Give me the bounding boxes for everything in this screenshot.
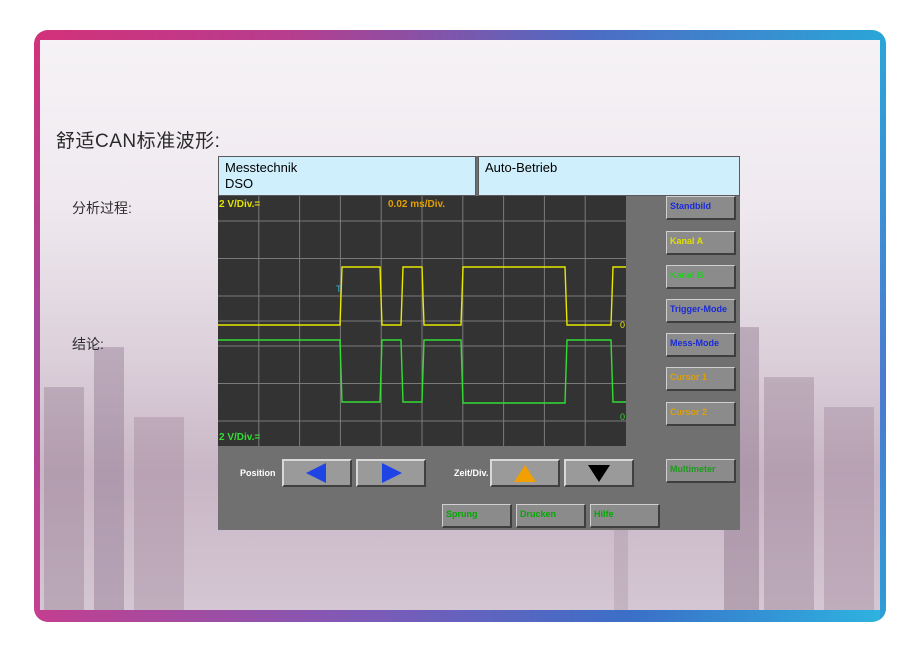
trigger-marker: T <box>336 284 342 294</box>
header-messtechnik: Messtechnik DSO <box>218 156 476 196</box>
position-left-button[interactable] <box>282 459 352 487</box>
right-arrow-icon <box>382 463 402 483</box>
right-decor-stripe <box>880 30 886 622</box>
scope-screen: T 0 0 2 V/Div.= 0.02 ms/Div. 2 V/Div.= <box>218 196 626 446</box>
conclusion-label: 结论: <box>72 336 104 352</box>
channel-b-scale: 2 V/Div.= <box>219 432 261 443</box>
kanal-b-button[interactable]: Kanal B <box>666 265 736 289</box>
cursor-2-button[interactable]: Cursor 2 <box>666 402 736 426</box>
bottom-decor-stripe <box>34 610 886 622</box>
slide-title: 舒适CAN标准波形: <box>56 131 221 152</box>
cursor-1-button[interactable]: Cursor 1 <box>666 367 736 391</box>
zeit-up-button[interactable] <box>490 459 560 487</box>
up-arrow-icon <box>514 465 536 482</box>
scope-grid <box>218 196 626 446</box>
zero-marker-b: 0 <box>620 412 625 422</box>
zeit-down-button[interactable] <box>564 459 634 487</box>
scope-grid-and-traces: T 0 0 <box>218 196 626 446</box>
left-decor-stripe <box>34 30 40 622</box>
sprung-button[interactable]: Sprung <box>442 504 512 528</box>
mess-mode-button[interactable]: Mess-Mode <box>666 333 736 357</box>
down-arrow-icon <box>588 465 610 482</box>
position-right-button[interactable] <box>356 459 426 487</box>
analysis-label: 分析过程: <box>72 200 132 216</box>
oscilloscope-window: Messtechnik DSO Auto-Betrieb T 0 0 2 V/D… <box>218 156 740 530</box>
header-subtitle: DSO <box>225 176 254 191</box>
zeit-div-label: Zeit/Div. <box>454 468 489 478</box>
position-label: Position <box>240 468 276 478</box>
standbild-button[interactable]: Standbild <box>666 196 736 220</box>
header-mode: Auto-Betrieb <box>478 156 740 196</box>
header-title: Messtechnik <box>225 160 298 175</box>
multimeter-button[interactable]: Multimeter <box>666 459 736 483</box>
kanal-a-button[interactable]: Kanal A <box>666 231 736 255</box>
time-scale: 0.02 ms/Div. <box>388 199 446 210</box>
zero-marker-a: 0 <box>620 320 625 330</box>
top-decor-stripe <box>34 30 886 40</box>
drucken-button[interactable]: Drucken <box>516 504 586 528</box>
hilfe-button[interactable]: Hilfe <box>590 504 660 528</box>
channel-a-scale: 2 V/Div.= <box>219 199 261 210</box>
trigger-mode-button[interactable]: Trigger-Mode <box>666 299 736 323</box>
left-arrow-icon <box>306 463 326 483</box>
